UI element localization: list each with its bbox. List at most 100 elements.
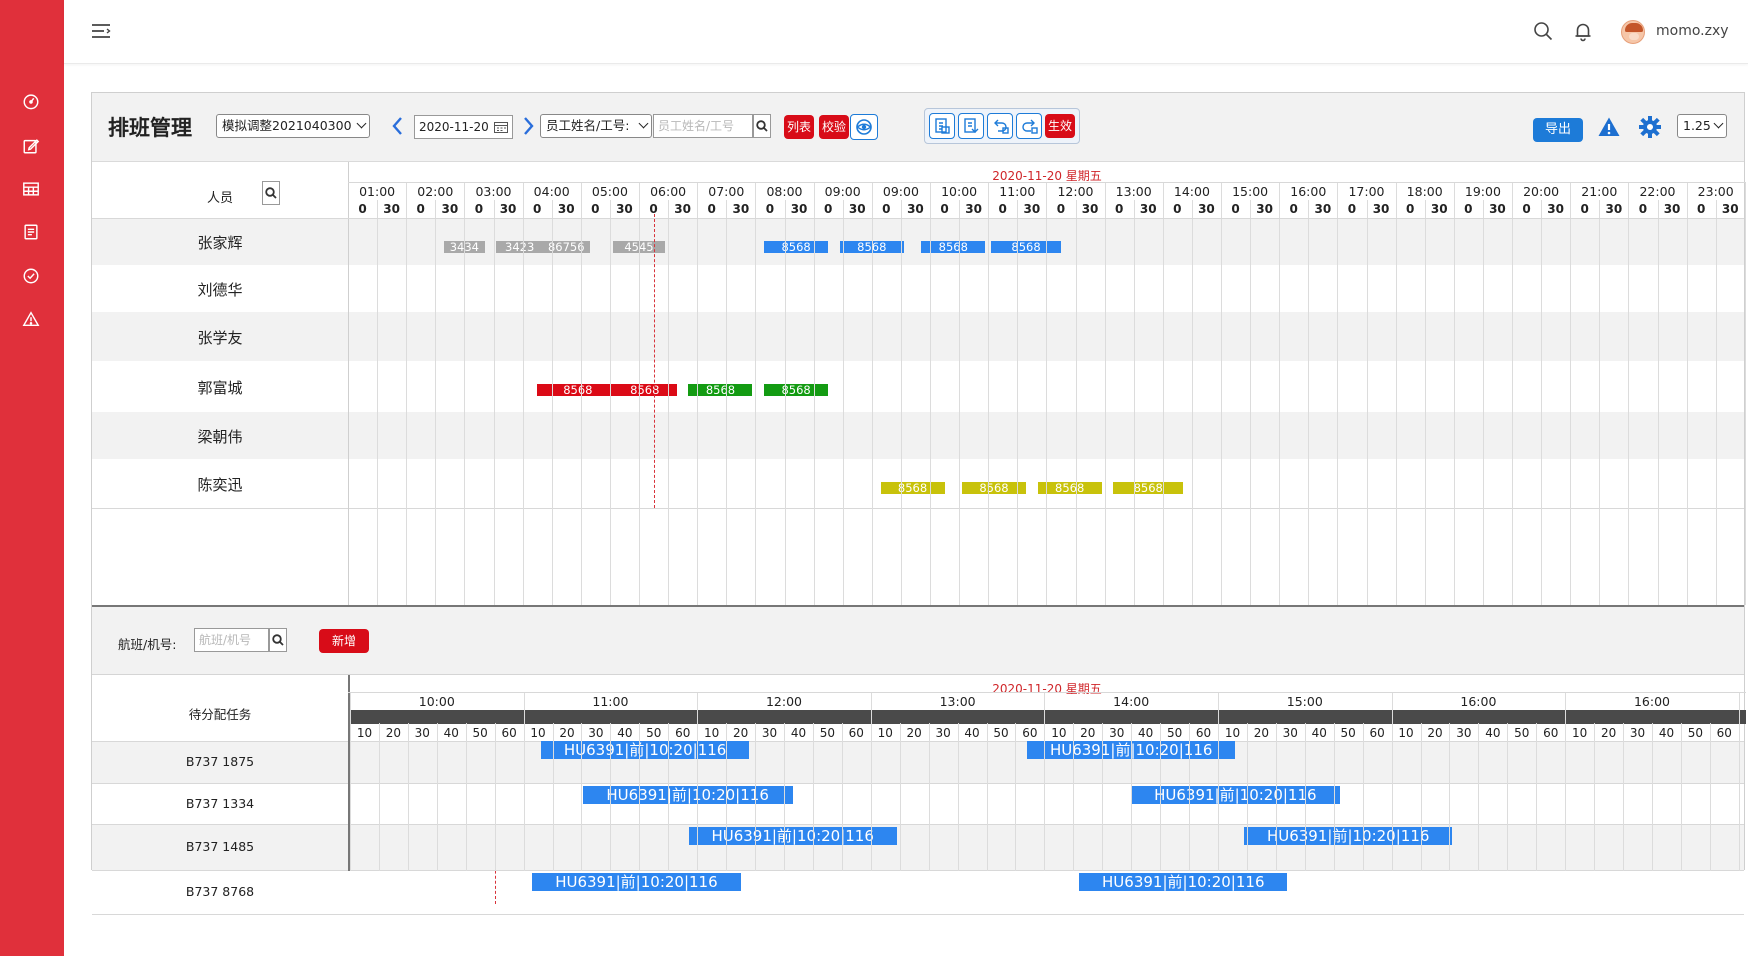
staff-name[interactable]: 张学友: [92, 327, 348, 348]
search-icon[interactable]: [1532, 20, 1554, 42]
flight-task-bar[interactable]: HU6391|前|10:20|116: [540, 741, 750, 759]
aircraft-label[interactable]: B737 1485: [92, 839, 348, 854]
paste-icon: [964, 118, 979, 133]
add-task-button[interactable]: 新增: [319, 629, 369, 653]
minute-label: 50: [472, 726, 488, 740]
grid-column-line: [348, 162, 349, 605]
minute-label: 20: [906, 726, 922, 740]
hour-label: 12:00: [765, 694, 802, 709]
grid-column-line: [986, 723, 988, 871]
settings-button[interactable]: [1638, 115, 1662, 139]
grid-column-line: [1680, 723, 1682, 871]
grid-column-line: [407, 723, 409, 871]
warning-icon[interactable]: [20, 308, 42, 330]
shift-bar[interactable]: 8568: [880, 482, 945, 494]
shift-bar[interactable]: 3423: [496, 241, 543, 253]
grid-column-line: [406, 182, 408, 605]
next-date-button[interactable]: [520, 116, 536, 136]
grid-column-line: [784, 200, 786, 605]
flight-search-button[interactable]: [269, 628, 287, 652]
list-button[interactable]: 列表: [784, 115, 814, 139]
grid-column-line: [1424, 200, 1426, 605]
menu-toggle-icon[interactable]: [90, 21, 112, 41]
minute-label: 30: [761, 726, 778, 740]
paste-button[interactable]: [958, 113, 984, 139]
preview-button[interactable]: [850, 114, 878, 140]
aircraft-label[interactable]: B737 1875: [92, 754, 348, 769]
username[interactable]: momo.zxy: [1656, 23, 1729, 39]
prev-date-button[interactable]: [390, 116, 406, 136]
grid-column-line: [350, 692, 351, 871]
zoom-value: 1.25: [1683, 118, 1711, 133]
minute-label: 20: [559, 726, 575, 740]
minute-label: 50: [1340, 726, 1356, 740]
gear-icon: [1639, 116, 1661, 138]
flight-search-input[interactable]: 航班/机号: [194, 628, 269, 652]
copy-button[interactable]: [929, 113, 955, 139]
zoom-select[interactable]: 1.25: [1677, 114, 1727, 138]
edit-icon[interactable]: [20, 135, 42, 157]
alert-button[interactable]: [1597, 115, 1621, 139]
top-header: momo.zxy: [64, 0, 1748, 64]
plan-select[interactable]: 模拟调整2021040300: [216, 114, 370, 138]
staff-name[interactable]: 郭富城: [92, 377, 348, 398]
staff-name[interactable]: 张家辉: [92, 232, 348, 253]
grid-column-line: [1744, 182, 1746, 605]
shift-bar[interactable]: 8568: [1113, 482, 1184, 494]
filter-type-select[interactable]: 员工姓名/工号:: [540, 114, 652, 138]
shift-bar[interactable]: 8568: [764, 384, 829, 396]
effect-button[interactable]: 生效: [1045, 114, 1075, 138]
half-hour-label: 30: [732, 202, 750, 216]
aircraft-label[interactable]: B737 8768: [92, 884, 348, 899]
flight-task-bar[interactable]: HU6391|前|10:20|116: [532, 873, 741, 891]
hour-label: 20:00: [1523, 184, 1560, 199]
staff-name[interactable]: 梁朝伟: [92, 426, 348, 447]
staff-search-button[interactable]: [753, 114, 771, 138]
minute-label: 10: [877, 726, 893, 740]
grid-column-line: [1221, 182, 1222, 605]
staff-name[interactable]: 刘德华: [92, 279, 348, 300]
avatar[interactable]: [1621, 20, 1645, 44]
document-icon[interactable]: [20, 221, 42, 243]
flight-task-bar[interactable]: HU6391|前|10:20|116: [1131, 786, 1340, 804]
flight-task-bar[interactable]: HU6391|前|10:20|116: [1079, 873, 1288, 891]
grid-column-line: [784, 723, 785, 871]
dashboard-icon[interactable]: [20, 90, 42, 112]
export-button[interactable]: 导出: [1533, 118, 1583, 142]
check-button[interactable]: 校验: [819, 115, 849, 139]
date-input[interactable]: 2020-11-20: [414, 115, 513, 139]
check-circle-icon[interactable]: [20, 265, 42, 287]
flight-task-bar[interactable]: HU6391|前|10:20|116: [582, 786, 793, 804]
grid-column-line: [493, 200, 495, 605]
minute-label: 60: [1716, 726, 1732, 740]
table-icon[interactable]: [20, 178, 42, 200]
flight-task-bar[interactable]: HU6391|前|10:20|116: [688, 827, 897, 845]
grid-column-line: [841, 723, 843, 871]
half-hour-label: 0: [474, 202, 484, 216]
search-icon: [756, 120, 768, 132]
grid-column-line: [436, 723, 438, 871]
staff-name[interactable]: 陈奕迅: [92, 474, 348, 495]
shift-bar[interactable]: 8568: [537, 384, 619, 396]
aircraft-label[interactable]: B737 1334: [92, 796, 348, 811]
shift-bar[interactable]: 8568: [991, 241, 1061, 253]
redo-button[interactable]: [1016, 113, 1042, 139]
staff-search-input[interactable]: 员工姓名/工号: [653, 114, 753, 138]
grid-column-line: [1362, 723, 1364, 871]
hour-label: 13:00: [939, 694, 976, 709]
hour-label: 03:00: [475, 184, 512, 199]
person-search-button[interactable]: [262, 181, 280, 205]
shift-bar[interactable]: 86756: [542, 241, 590, 253]
grid-column-line: [1482, 200, 1484, 605]
minute-label: 40: [964, 726, 980, 740]
shift-bar[interactable]: 8568: [764, 241, 829, 253]
hour-label: 16:00: [1633, 694, 1670, 709]
undo-button[interactable]: [987, 113, 1013, 139]
grid-column-line: [464, 182, 466, 605]
minute-label: 30: [588, 726, 604, 740]
half-hour-label: 0: [1580, 202, 1589, 216]
grid-column-line: [1709, 723, 1711, 871]
calendar-icon[interactable]: [494, 121, 508, 133]
grid-column-line: [1652, 723, 1653, 871]
bell-icon[interactable]: [1572, 20, 1594, 42]
